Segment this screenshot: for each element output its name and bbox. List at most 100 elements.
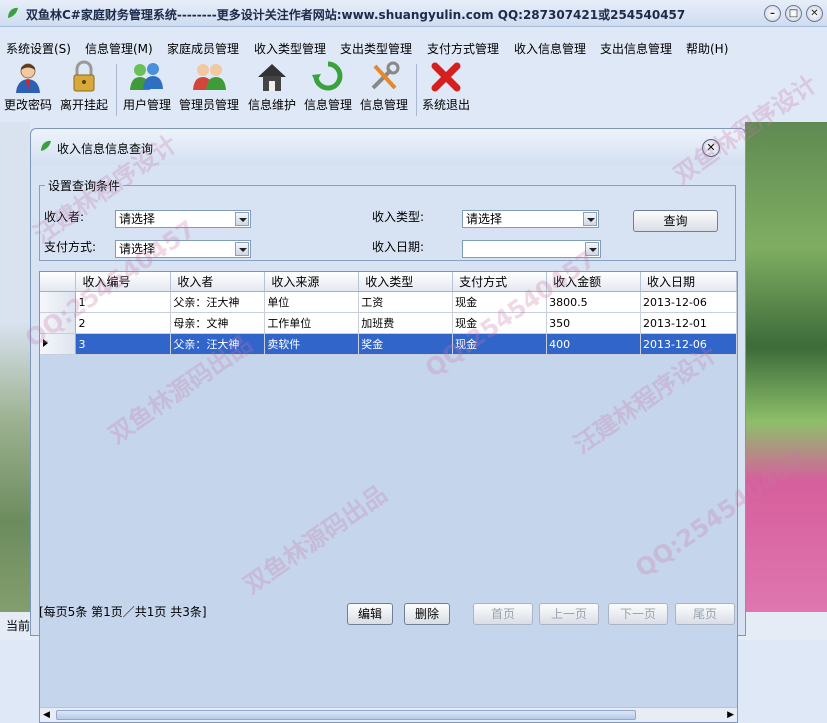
menu-expense-types[interactable]: 支出类型管理: [340, 40, 412, 57]
dialog-title: 收入信息信息查询: [57, 142, 154, 156]
tool-lock[interactable]: 离开挂起: [60, 60, 108, 113]
tool-change-password[interactable]: 更改密码: [4, 60, 52, 113]
title-bar: 双鱼林C#家庭财务管理系统--------更多设计关注作者网站:www.shua…: [0, 0, 827, 27]
pay-method-label: 支付方式:: [44, 240, 97, 254]
cell-source[interactable]: 卖软件: [264, 333, 360, 355]
column-header[interactable]: 收入编号: [75, 272, 172, 292]
cell-id[interactable]: 2: [75, 312, 172, 334]
tool-label: 更改密码: [4, 98, 53, 112]
table-header-row: 收入编号 收入者 收入来源 收入类型 支付方式 收入金额 收入日期: [40, 272, 737, 292]
scroll-left-icon[interactable]: ◀: [43, 710, 50, 720]
cell-type[interactable]: 工资: [358, 291, 454, 313]
dropdown-arrow-icon[interactable]: [583, 212, 597, 226]
dropdown-arrow-icon[interactable]: [235, 242, 249, 256]
cell-amount[interactable]: 350: [546, 312, 641, 334]
query-button[interactable]: 查询: [633, 210, 718, 232]
cell-person[interactable]: 母亲：文神: [170, 312, 266, 334]
income-type-select[interactable]: 请选择: [462, 210, 599, 228]
tool-label: 系统退出: [421, 98, 470, 112]
pay-method-value: 请选择: [119, 242, 156, 256]
cell-amount[interactable]: 3800.5: [546, 291, 641, 313]
tool-user-manage[interactable]: 用户管理: [121, 60, 173, 113]
table-row[interactable]: 1 父亲：汪大神 单位 工资 现金 3800.5 2013-12-06: [40, 291, 737, 313]
scroll-thumb[interactable]: [56, 710, 636, 720]
menu-help[interactable]: 帮助(H): [686, 40, 728, 57]
cell-id[interactable]: 1: [75, 291, 172, 313]
cell-date[interactable]: 2013-12-01: [640, 312, 737, 334]
column-header[interactable]: 收入日期: [640, 272, 737, 292]
cell-type[interactable]: 奖金: [358, 333, 454, 355]
prev-page-button[interactable]: 上一页: [539, 603, 599, 625]
table-row-selected[interactable]: 3 父亲：汪大神 卖软件 奖金 现金 400 2013-12-06: [40, 333, 737, 355]
dialog-close-button[interactable]: ✕: [702, 139, 720, 157]
last-page-button[interactable]: 尾页: [675, 603, 735, 625]
date-dropdown-icon[interactable]: [585, 242, 599, 256]
cell-id[interactable]: 3: [75, 333, 172, 355]
tool-info-manage-2[interactable]: 信息管理: [358, 60, 410, 113]
cell-person[interactable]: 父亲：汪大神: [170, 291, 266, 313]
scroll-right-icon[interactable]: ▶: [727, 710, 734, 720]
admins-icon: [193, 64, 226, 90]
tool-label: 信息管理: [303, 98, 352, 112]
income-person-select[interactable]: 请选择: [115, 210, 251, 228]
menu-family-members[interactable]: 家庭成员管理: [167, 40, 239, 57]
tool-admin-manage[interactable]: 管理员管理: [178, 60, 240, 113]
row-header[interactable]: [40, 333, 77, 355]
cell-date[interactable]: 2013-12-06: [640, 291, 737, 313]
income-person-value: 请选择: [119, 212, 156, 226]
tool-exit[interactable]: 系统退出: [420, 60, 472, 113]
table-row[interactable]: 2 母亲：文神 工作单位 加班费 现金 350 2013-12-01: [40, 312, 737, 334]
next-page-button[interactable]: 下一页: [608, 603, 668, 625]
menu-income-types[interactable]: 收入类型管理: [254, 40, 326, 57]
cell-pay-method[interactable]: 现金: [452, 291, 548, 313]
close-button[interactable]: ✕: [806, 5, 823, 22]
first-page-button[interactable]: 首页: [473, 603, 533, 625]
home-icon: [258, 64, 286, 91]
income-date-label: 收入日期:: [372, 240, 425, 254]
dropdown-arrow-icon[interactable]: [235, 212, 249, 226]
app-logo-icon: [8, 7, 18, 18]
edit-button[interactable]: 编辑: [347, 603, 393, 625]
cell-pay-method[interactable]: 现金: [452, 333, 548, 355]
row-header-corner: [40, 272, 77, 292]
pay-method-select[interactable]: 请选择: [115, 240, 251, 258]
income-type-value: 请选择: [466, 212, 503, 226]
income-data-grid[interactable]: 收入编号 收入者 收入来源 收入类型 支付方式 收入金额 收入日期 1 父亲：汪…: [39, 271, 738, 723]
delete-button[interactable]: 删除: [404, 603, 450, 625]
recycle-icon: [312, 61, 343, 91]
column-header[interactable]: 收入类型: [358, 272, 454, 292]
column-header[interactable]: 收入者: [170, 272, 266, 292]
cell-pay-method[interactable]: 现金: [452, 312, 548, 334]
menu-expense-info[interactable]: 支出信息管理: [600, 40, 672, 57]
menu-info-manage[interactable]: 信息管理(M): [85, 40, 153, 57]
menu-pay-methods[interactable]: 支付方式管理: [427, 40, 499, 57]
cell-amount[interactable]: 400: [546, 333, 641, 355]
dialog-title-bar: 收入信息信息查询 ✕: [31, 129, 745, 165]
desktop-background-right: [745, 122, 827, 622]
menu-income-info[interactable]: 收入信息管理: [514, 40, 586, 57]
row-header[interactable]: [40, 291, 77, 313]
cell-date[interactable]: 2013-12-06: [640, 333, 737, 355]
cell-source[interactable]: 单位: [264, 291, 360, 313]
conditions-legend: 设置查询条件: [48, 179, 121, 193]
column-header[interactable]: 收入金额: [546, 272, 641, 292]
tool-info-maintain[interactable]: 信息维护: [246, 60, 298, 113]
query-conditions-group: 设置查询条件 收入者: 请选择 收入类型: 请选择 查询 支付方式: 请选择 收…: [39, 177, 736, 261]
income-date-picker[interactable]: [462, 240, 601, 258]
cell-person[interactable]: 父亲：汪大神: [170, 333, 266, 355]
income-query-dialog: 收入信息信息查询 ✕ 设置查询条件 收入者: 请选择 收入类型: 请选择 查询 …: [30, 128, 746, 723]
maximize-button[interactable]: □: [785, 5, 802, 22]
cell-source[interactable]: 工作单位: [264, 312, 360, 334]
horizontal-scrollbar[interactable]: ◀ ▶: [40, 707, 737, 722]
menu-system-settings[interactable]: 系统设置(S): [6, 40, 71, 57]
column-header[interactable]: 收入来源: [264, 272, 360, 292]
user-key-icon: [16, 63, 40, 93]
row-header[interactable]: [40, 312, 77, 334]
minimize-button[interactable]: –: [764, 5, 781, 22]
cell-type[interactable]: 加班费: [358, 312, 454, 334]
column-header[interactable]: 支付方式: [452, 272, 548, 292]
leaf-icon: [41, 140, 51, 151]
income-table: 收入编号 收入者 收入来源 收入类型 支付方式 收入金额 收入日期 1 父亲：汪…: [40, 272, 737, 355]
tool-info-manage[interactable]: 信息管理: [302, 60, 354, 113]
tool-label: 信息维护: [247, 98, 296, 112]
